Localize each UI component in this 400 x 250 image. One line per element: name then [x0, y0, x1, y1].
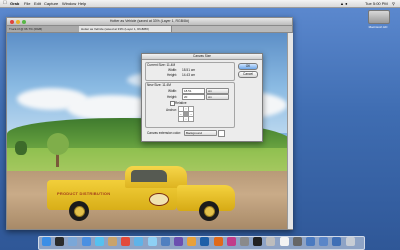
current-width-label: Width:: [168, 68, 178, 72]
imovie-icon[interactable]: [174, 237, 183, 246]
calculator-icon[interactable]: [292, 237, 302, 246]
current-height-value: 14.43 cm: [182, 73, 196, 77]
safari-icon[interactable]: [81, 237, 91, 246]
zoom-window-icon[interactable]: [22, 19, 26, 24]
anchor-bottom-right[interactable]: [188, 116, 194, 122]
textedit-icon[interactable]: [279, 237, 289, 246]
indesign-icon[interactable]: [226, 237, 236, 246]
anchor-label: Anchor:: [166, 108, 177, 112]
illustrator-icon[interactable]: [213, 237, 223, 246]
new-height-label: Height:: [167, 95, 178, 99]
hard-drive-icon[interactable]: [368, 10, 390, 24]
system-preferences-icon[interactable]: [240, 237, 249, 246]
canvas-size-dialog: Canvas Size Current Size: 11.4M Width: 1…: [141, 53, 263, 142]
vertical-scrollbar[interactable]: [287, 33, 293, 229]
close-window-icon[interactable]: [10, 19, 14, 24]
new-width-label: Width:: [168, 89, 178, 93]
grab-icon[interactable]: [266, 237, 276, 246]
window-title-bar[interactable]: Hotter as Vehicle (saved at 33% (Layer 1…: [7, 18, 292, 26]
ical-icon[interactable]: [121, 237, 131, 246]
current-size-label: Current Size: 11.4M: [147, 63, 176, 67]
menu-clock[interactable]: Tue 5:00 PM: [365, 0, 388, 7]
extension-color-select[interactable]: Background: [184, 130, 217, 136]
relative-label: Relative: [175, 101, 187, 105]
new-size-label: New Size: 11.4M: [147, 83, 171, 87]
minimize-window-icon[interactable]: [16, 19, 20, 24]
ichat-icon[interactable]: [94, 237, 104, 246]
spotlight-icon[interactable]: ⚲: [392, 0, 395, 7]
menu-file[interactable]: File: [24, 0, 30, 7]
tree: [15, 141, 27, 155]
menu-status-icons[interactable]: ▲ ●: [340, 0, 348, 7]
menu-capture[interactable]: Capture: [44, 0, 58, 7]
ok-button[interactable]: OK: [238, 63, 258, 70]
app-menu-grab[interactable]: Grab: [10, 0, 19, 7]
window-title: Hotter as Vehicle (saved at 33% (Layer 1…: [109, 19, 190, 23]
new-height-unit-select[interactable]: cm: [206, 94, 229, 100]
garageband-icon[interactable]: [187, 237, 197, 246]
apple-menu-icon[interactable]: : [3, 0, 7, 7]
truck-window: [131, 170, 167, 182]
menu-window[interactable]: Window: [62, 0, 76, 7]
preview-icon[interactable]: [134, 237, 144, 246]
photoshop-icon[interactable]: [200, 237, 210, 246]
downloads-folder-icon[interactable]: [332, 237, 342, 246]
menu-help[interactable]: Help: [78, 0, 86, 7]
document-tab-bar: Truck.tif @ 66.7% (RGB) Hotter as Vehicl…: [7, 26, 292, 33]
tree: [47, 133, 69, 155]
extension-color-label: Canvas extension color:: [147, 131, 182, 135]
dialog-title: Canvas Size: [142, 54, 262, 60]
tab-hotter-vehicle[interactable]: Hotter as Vehicle (saved at 33% (Layer 1…: [79, 26, 172, 32]
trash-icon[interactable]: [345, 237, 355, 246]
menu-edit[interactable]: Edit: [34, 0, 41, 7]
hard-drive-label: Macintosh HD: [368, 25, 388, 29]
mail-icon[interactable]: [68, 237, 78, 246]
current-height-label: Height:: [167, 73, 178, 77]
documents-folder-icon[interactable]: [319, 237, 329, 246]
extension-color-swatch[interactable]: [218, 130, 225, 137]
rear-wheel-hub: [74, 206, 85, 217]
current-width-value: 18.51 cm: [182, 68, 196, 72]
finder-icon[interactable]: [42, 237, 51, 246]
tab-truck[interactable]: Truck.tif @ 66.7% (RGB): [7, 26, 82, 32]
cancel-button[interactable]: Cancel: [238, 71, 258, 78]
applications-folder-icon[interactable]: [306, 237, 315, 246]
truck-logo: [149, 193, 169, 206]
terminal-icon[interactable]: [253, 237, 263, 246]
front-wheel-hub: [204, 206, 215, 217]
iphoto-icon[interactable]: [160, 237, 170, 246]
new-height-input[interactable]: 20: [182, 94, 205, 100]
address-book-icon[interactable]: [108, 237, 117, 246]
dashboard-icon[interactable]: [55, 237, 65, 246]
menu-bar:  Grab File Edit Capture Window Help ▲ ●…: [0, 0, 400, 8]
itunes-icon[interactable]: [147, 237, 157, 246]
truck-side-text: PRODUCT DISTRIBUTION: [57, 191, 111, 196]
